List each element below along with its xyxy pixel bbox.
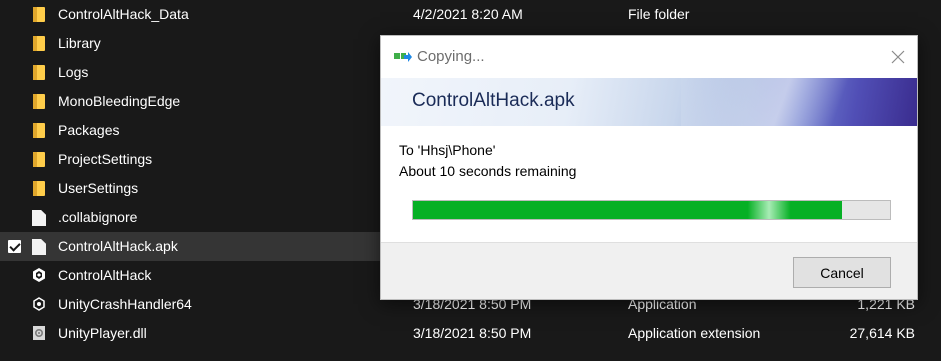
cancel-button[interactable]: Cancel <box>793 257 891 288</box>
file-row-unityplayer-dll[interactable]: UnityPlayer.dll 3/18/2021 8:50 PM Applic… <box>0 319 941 348</box>
file-name: Library <box>58 35 101 51</box>
copying-filename: ControlAltHack.apk <box>412 90 575 111</box>
dialog-titlebar[interactable]: Copying... <box>381 36 917 78</box>
file-row-controlalthack-apk[interactable]: ControlAltHack.apk <box>0 232 388 261</box>
file-icon <box>32 239 46 255</box>
file-name: MonoBleedingEdge <box>58 93 181 109</box>
file-date: 3/18/2021 8:50 PM <box>413 325 532 341</box>
file-type: File folder <box>628 6 690 22</box>
unity-icon <box>33 268 45 282</box>
folder-icon <box>33 152 45 167</box>
checkbox-checked-icon[interactable] <box>8 240 21 253</box>
dialog-body: To 'Hhsj\Phone' About 10 seconds remaini… <box>381 126 917 242</box>
folder-icon <box>33 94 45 109</box>
file-name: ControlAltHack <box>58 267 152 283</box>
file-name: Packages <box>58 122 120 138</box>
file-type: Application extension <box>628 325 761 341</box>
progress-fill <box>413 201 843 219</box>
file-name: Logs <box>58 64 89 80</box>
file-name: ControlAltHack_Data <box>58 6 189 22</box>
dialog-title: Copying... <box>417 48 485 65</box>
dialog-banner: ControlAltHack.apk <box>381 78 917 126</box>
dialog-footer: Cancel <box>381 242 917 299</box>
file-name: .collabignore <box>58 209 138 225</box>
folder-icon <box>33 7 45 22</box>
copy-dialog: Copying... ControlAltHack.apk To 'Hhsj\P… <box>380 35 918 300</box>
destination-text: To 'Hhsj\Phone' <box>399 142 496 158</box>
dll-icon <box>33 326 45 340</box>
file-size: 27,614 KB <box>849 325 915 341</box>
folder-icon <box>33 181 45 196</box>
file-date: 4/2/2021 8:20 AM <box>413 6 523 22</box>
time-remaining-text: About 10 seconds remaining <box>399 163 577 179</box>
copy-progress-bar <box>412 200 891 220</box>
unity-icon <box>33 297 45 311</box>
file-name: UserSettings <box>58 180 139 196</box>
folder-icon <box>33 65 45 80</box>
file-name: UnityCrashHandler64 <box>58 296 192 312</box>
file-icon <box>32 210 46 226</box>
file-name: UnityPlayer.dll <box>58 325 147 341</box>
file-row-controlalthack-data[interactable]: ControlAltHack_Data 4/2/2021 8:20 AM Fil… <box>0 0 941 29</box>
folder-icon <box>33 36 45 51</box>
folder-icon <box>33 123 45 138</box>
file-name: ProjectSettings <box>58 151 153 167</box>
close-icon[interactable] <box>883 42 913 72</box>
copy-progress-icon <box>394 52 412 62</box>
file-name: ControlAltHack.apk <box>58 238 178 254</box>
